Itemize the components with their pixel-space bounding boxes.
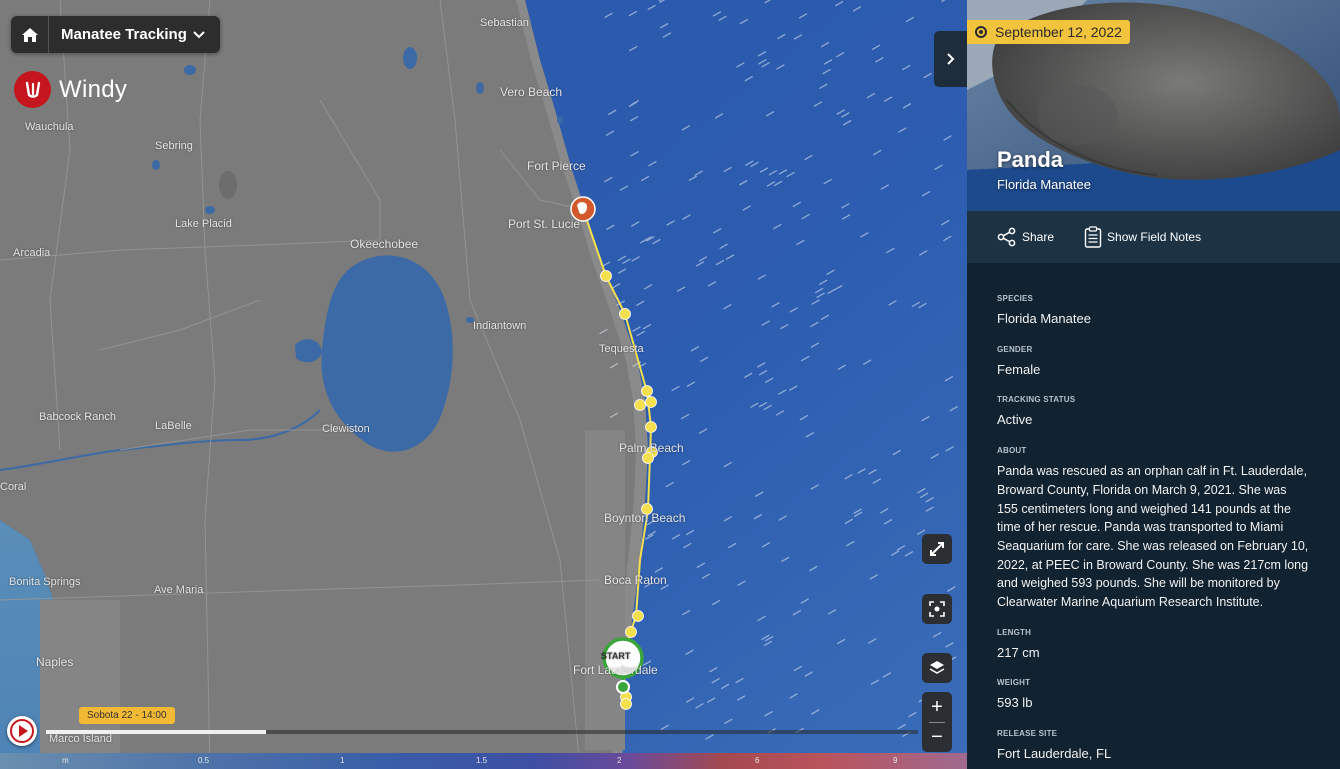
layers-button[interactable] xyxy=(922,653,952,683)
date-badge: September 12, 2022 xyxy=(967,20,1130,44)
city-label: Indiantown xyxy=(473,320,527,332)
start-label: START xyxy=(601,651,631,661)
manatee-photo: September 12, 2022 Panda Florida Manatee xyxy=(967,0,1340,211)
manatee-name: Panda xyxy=(997,147,1064,172)
city-label: Marco Island xyxy=(49,733,112,745)
timeline-label: Sobota 22 - 14:00 xyxy=(79,707,175,724)
legend-tick: 1 xyxy=(340,756,345,765)
field-value-species: Florida Manatee xyxy=(997,311,1091,326)
share-label: Share xyxy=(1022,230,1055,244)
city-label: Palm Beach xyxy=(619,441,684,455)
field-notes-button[interactable]: Show Field Notes xyxy=(1084,226,1201,248)
legend-tick: m xyxy=(62,756,69,765)
app-title: Manatee Tracking xyxy=(61,26,187,43)
city-label: LaBelle xyxy=(155,420,192,432)
share-icon xyxy=(997,227,1016,247)
field-label-about: ABOUT xyxy=(997,446,1027,456)
play-icon xyxy=(10,719,34,743)
city-label: Vero Beach xyxy=(500,85,563,99)
field-value-tracking-status: Active xyxy=(997,412,1033,428)
field-label-weight: WEIGHT xyxy=(997,678,1031,688)
city-label: Tequesta xyxy=(599,343,644,355)
legend-tick: 2 xyxy=(617,756,622,765)
city-label: Boca Raton xyxy=(604,573,667,587)
wave-legend: m 0.5 1 1.5 2 6 9 xyxy=(0,753,967,769)
zoom-in-button[interactable]: + xyxy=(922,692,952,722)
city-label: Fort Lauderdale xyxy=(573,663,658,677)
field-label-release-site: RELEASE SITE xyxy=(997,729,1058,739)
chevron-right-icon xyxy=(946,53,954,65)
zoom-control: + − xyxy=(922,692,952,752)
map-view[interactable]: Sebastian Vero Beach Wauchula Sebring Fort P… xyxy=(0,0,967,769)
city-label: Ave Maria xyxy=(154,584,204,596)
city-label: Lake Placid xyxy=(175,218,232,230)
share-button[interactable]: Share xyxy=(997,227,1054,247)
city-label: Wauchula xyxy=(25,121,74,133)
city-label: Clewiston xyxy=(322,423,370,435)
fullscreen-button[interactable] xyxy=(922,534,952,564)
city-label: Naples xyxy=(36,655,74,669)
city-label: Sebring xyxy=(155,140,193,152)
field-label-tracking-status: TRACKING STATUS xyxy=(997,395,1076,405)
windy-logo-icon xyxy=(14,71,51,108)
field-label-length: LENGTH xyxy=(997,627,1032,637)
city-label: Coral xyxy=(0,481,27,493)
location-target-icon xyxy=(975,26,987,38)
detail-fields: SPECIES Florida Manatee GENDER Female TR… xyxy=(967,263,1340,764)
field-label-species: SPECIES xyxy=(997,294,1034,303)
expand-icon xyxy=(930,542,944,556)
timeline-progress xyxy=(46,730,266,734)
field-notes-label: Show Field Notes xyxy=(1107,230,1202,244)
city-label: Port St. Lucie xyxy=(508,217,581,231)
timeline-track[interactable] xyxy=(46,730,918,734)
zoom-out-button[interactable]: − xyxy=(922,722,952,752)
home-icon[interactable] xyxy=(11,16,49,53)
city-label: Boynton Beach xyxy=(604,511,686,525)
city-label: Arcadia xyxy=(13,247,51,259)
legend-tick: 9 xyxy=(893,756,898,765)
city-label: Fort Pierce xyxy=(527,159,586,173)
city-label: Bonita Springs xyxy=(9,576,81,588)
recenter-button[interactable] xyxy=(922,594,952,624)
map-base xyxy=(0,0,967,769)
field-value-gender: Female xyxy=(997,361,1041,377)
detail-panel: September 12, 2022 Panda Florida Manatee… xyxy=(967,0,1340,769)
action-bar: Share Show Field Notes xyxy=(967,211,1340,263)
focus-icon xyxy=(929,601,945,617)
app-title-bar[interactable]: Manatee Tracking xyxy=(11,16,220,53)
chevron-down-icon[interactable] xyxy=(193,30,205,39)
date-text: September 12, 2022 xyxy=(995,24,1122,40)
legend-tick: 1.5 xyxy=(476,756,488,765)
city-label: Sebastian xyxy=(480,17,529,29)
field-value-length: 217 cm xyxy=(997,644,1040,660)
layers-icon xyxy=(929,661,945,674)
manatee-subtitle: Florida Manatee xyxy=(997,177,1091,192)
collapse-panel-button[interactable] xyxy=(934,31,967,87)
field-value-release-site: Fort Lauderdale, FL xyxy=(997,746,1112,762)
windy-logo: Windy xyxy=(14,71,127,108)
play-button[interactable] xyxy=(7,716,37,746)
field-label-gender: GENDER xyxy=(997,344,1033,354)
city-label: Okeechobee xyxy=(350,237,419,251)
legend-tick: 6 xyxy=(755,756,760,765)
windy-brand-text: Windy xyxy=(59,75,128,103)
field-value-weight: 593 lb xyxy=(997,695,1033,711)
clipboard-icon xyxy=(1084,226,1102,248)
city-label: Babcock Ranch xyxy=(39,411,117,423)
legend-tick: 0.5 xyxy=(198,756,210,765)
field-value-about: Panda was rescued as an orphan calf in F… xyxy=(997,464,1309,610)
